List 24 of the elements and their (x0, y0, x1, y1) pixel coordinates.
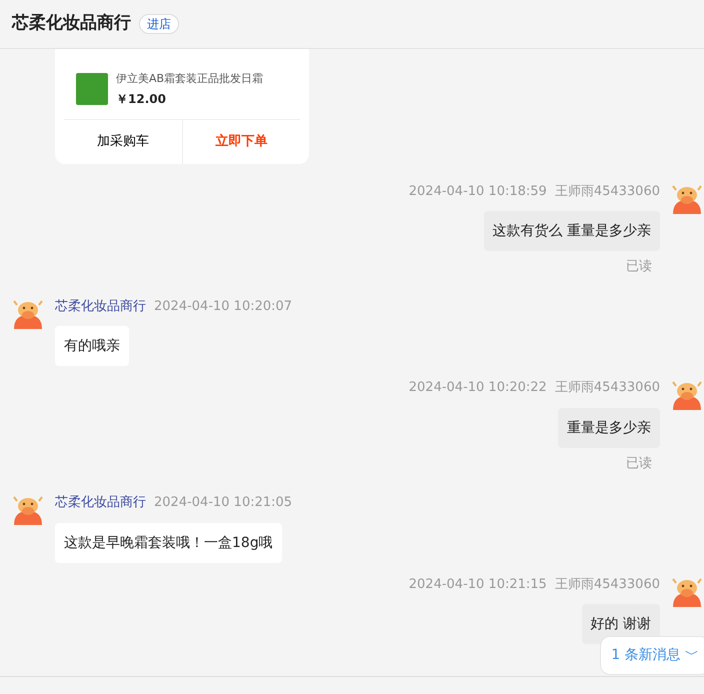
add-to-cart-button[interactable]: 加采购车 (64, 120, 182, 164)
message-bubble: 重量是多少亲 (558, 408, 660, 448)
product-price: ￥12.00 (116, 90, 167, 108)
order-now-button[interactable]: 立即下单 (182, 120, 300, 164)
message-time: 2024-04-10 10:21:05 (154, 494, 292, 512)
message-time: 2024-04-10 10:20:22 (408, 379, 547, 397)
product-name: 伊立美AB霜套装正品批发日霜 (116, 71, 264, 87)
new-messages-button[interactable]: 1 条新消息 ﹀ (600, 636, 704, 675)
read-status: 已读 (626, 454, 652, 472)
enter-shop-button[interactable]: 进店 (139, 14, 179, 34)
message-bubble: 有的哦亲 (55, 326, 129, 366)
sender-name: 芯柔化妆品商行 (55, 494, 146, 512)
sender-name: 王师雨45433060 (554, 379, 660, 397)
read-status: 已读 (626, 258, 652, 276)
sender-name: 芯柔化妆品商行 (55, 298, 146, 316)
message-bubble: 这款有货么 重量是多少亲 (484, 211, 660, 251)
message-time: 2024-04-10 10:21:15 (408, 576, 547, 594)
shop-title: 芯柔化妆品商行 (12, 12, 131, 36)
sender-name: 王师雨45433060 (554, 576, 660, 594)
product-photo-placeholder (76, 73, 108, 106)
message-bubble: 这款是早晚霜套装哦！一盒18g哦 (55, 522, 282, 562)
message-time: 2024-04-10 10:18:59 (408, 182, 547, 200)
sender-name: 王师雨45433060 (554, 182, 660, 200)
message-time: 2024-04-10 10:20:07 (154, 298, 292, 316)
